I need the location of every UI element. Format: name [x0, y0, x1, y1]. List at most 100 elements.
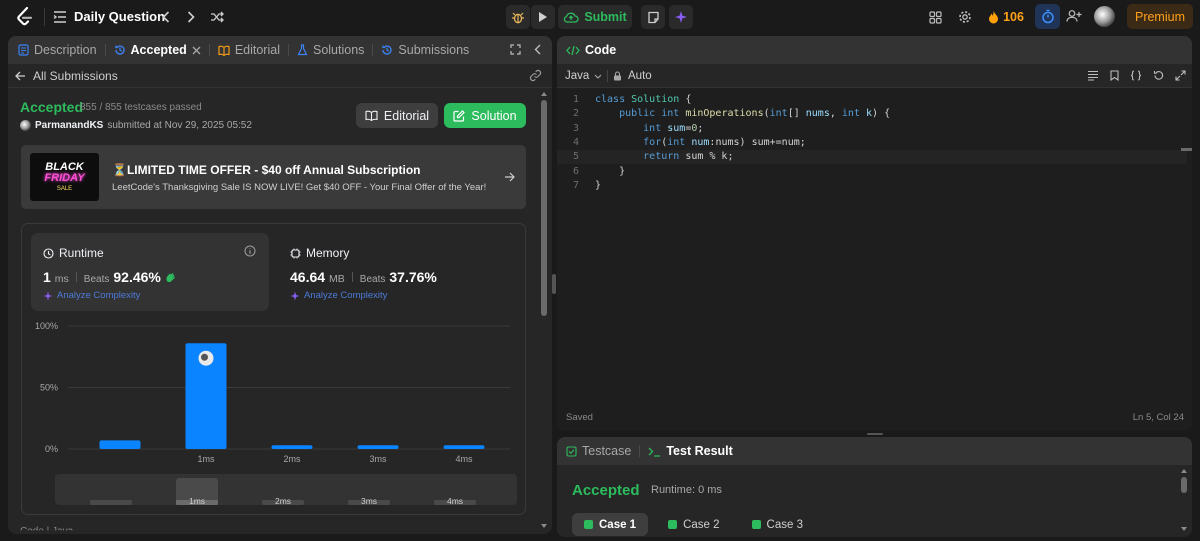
left-panel: Description Accepted Editorial Solutions… — [8, 36, 552, 534]
user-avatar[interactable] — [1094, 6, 1115, 27]
tab-accepted[interactable]: Accepted — [106, 36, 209, 64]
clock-icon — [43, 247, 54, 259]
lock-icon — [614, 71, 621, 81]
bookmark-icon[interactable] — [1110, 70, 1119, 81]
analyze-complexity-memory[interactable]: Analyze Complexity — [290, 290, 387, 301]
note-icon — [647, 11, 659, 23]
book-icon — [365, 110, 378, 121]
reset-icon[interactable] — [1153, 70, 1164, 81]
flask-icon — [297, 44, 308, 56]
tab-code[interactable]: Code — [557, 36, 624, 64]
code-line[interactable]: 7} — [557, 179, 1177, 193]
submit-label: Submit — [584, 10, 627, 24]
code-line[interactable]: 1 class Solution { — [557, 93, 1177, 107]
tab-testcase[interactable]: Testcase — [557, 437, 639, 465]
memory-card[interactable]: Memory 46.64 MB Beats 37.76% Analyze Com… — [278, 233, 516, 311]
clap-icon — [166, 272, 175, 282]
add-friend-icon[interactable] — [1064, 6, 1084, 26]
tab-description[interactable]: Description — [8, 36, 105, 64]
code-editor[interactable]: 1 class Solution {2 public int minOperati… — [557, 93, 1177, 203]
case-tab-3[interactable]: Case 3 — [740, 513, 815, 536]
braces-icon[interactable] — [1130, 70, 1142, 81]
bottom-partial-text: Code | Java — [20, 526, 74, 534]
checkbox-icon — [566, 445, 577, 457]
check-icon — [584, 520, 593, 529]
range-slider[interactable]: 1ms 2ms 3ms 4ms — [55, 474, 517, 505]
runtime-card[interactable]: Runtime 1 ms Beats 92.46% Analyze Comple… — [31, 233, 269, 311]
code-line[interactable]: 4 for(int num:nums) sum+=num; — [557, 136, 1177, 150]
chart-bar — [99, 440, 141, 449]
premium-button[interactable]: Premium — [1127, 4, 1193, 29]
case-tab-2[interactable]: Case 2 — [656, 513, 731, 536]
slider-label: 2ms — [275, 496, 291, 505]
layout-grid-icon[interactable] — [925, 7, 945, 27]
analyze-complexity-runtime[interactable]: Analyze Complexity — [43, 290, 140, 301]
leetcode-logo-icon[interactable] — [14, 6, 36, 28]
notes-button[interactable] — [641, 5, 665, 29]
page-title[interactable]: Daily Question — [74, 9, 165, 24]
y-tick-label: 0% — [45, 444, 58, 454]
next-question-icon[interactable] — [182, 7, 200, 27]
code-line[interactable]: 3 int sum=0; — [557, 122, 1177, 136]
tab-editorial[interactable]: Editorial — [210, 36, 288, 64]
scroll-down-icon[interactable] — [1180, 526, 1188, 532]
vertical-resize-handle[interactable] — [552, 274, 556, 294]
tab-submissions[interactable]: Submissions — [373, 36, 477, 64]
line-number: 5 — [572, 151, 579, 163]
code-line[interactable]: 5 return sum % k; — [557, 150, 1177, 164]
case-tab-1[interactable]: Case 1 — [572, 513, 649, 536]
fullscreen-icon[interactable] — [1175, 70, 1186, 81]
ai-assist-button[interactable] — [669, 5, 693, 29]
language-select[interactable]: Java — [565, 70, 602, 82]
x-tick-label: 2ms — [283, 454, 301, 464]
code-text: for(int num:nums) sum+=num; — [595, 136, 806, 148]
share-link-icon[interactable] — [529, 69, 542, 82]
test-scrollbar-thumb[interactable] — [1181, 477, 1187, 493]
timer-button[interactable] — [1035, 4, 1060, 29]
scroll-up-icon[interactable] — [540, 91, 548, 97]
debug-button[interactable] — [506, 5, 530, 29]
x-tick-label: 4ms — [455, 454, 473, 464]
line-number: 4 — [572, 136, 579, 148]
scroll-down-icon[interactable] — [540, 523, 548, 529]
username[interactable]: ParmanandKS — [35, 120, 103, 131]
submission-meta: ParmanandKS submitted at Nov 29, 2025 05… — [20, 120, 252, 131]
edit-square-icon — [453, 109, 466, 122]
clock-rewind-icon — [382, 45, 393, 55]
tab-test-result[interactable]: Test Result — [640, 437, 740, 465]
editorial-button[interactable]: Editorial — [356, 103, 438, 128]
prev-question-icon[interactable] — [157, 7, 175, 27]
stats-container: Runtime 1 ms Beats 92.46% Analyze Comple… — [21, 223, 526, 515]
format-lines-icon[interactable] — [1087, 70, 1099, 81]
line-number: 3 — [572, 122, 579, 134]
problem-list-icon[interactable] — [52, 8, 68, 26]
scroll-up-icon[interactable] — [1180, 468, 1188, 474]
tab-solutions[interactable]: Solutions — [289, 36, 372, 64]
chip-icon — [290, 248, 301, 258]
code-line[interactable]: 2 public int minOperations(int[] nums, i… — [557, 107, 1177, 121]
horizontal-resize-handle[interactable] — [867, 433, 883, 435]
shuffle-icon[interactable] — [208, 7, 226, 27]
settings-gear-icon[interactable] — [955, 7, 975, 27]
solution-button[interactable]: Solution — [444, 103, 526, 128]
submit-button[interactable]: Submit — [558, 5, 632, 29]
back-to-submissions[interactable]: All Submissions — [15, 69, 118, 83]
close-tab-icon[interactable] — [192, 46, 201, 55]
run-button[interactable] — [531, 5, 555, 29]
code-text: } — [595, 179, 602, 191]
code-line[interactable]: 6 } — [557, 165, 1177, 179]
fire-icon — [989, 11, 999, 24]
info-icon[interactable] — [244, 245, 256, 257]
maximize-icon[interactable] — [510, 44, 521, 55]
promo-banner[interactable]: BLACK FRIDAY SALE ⏳LIMITED TIME OFFER - … — [21, 145, 526, 209]
sparkle-icon — [675, 11, 687, 23]
cloud-upload-icon — [564, 12, 579, 23]
auto-mode-toggle[interactable]: Auto — [613, 70, 652, 82]
collapse-panel-icon[interactable] — [534, 44, 541, 55]
memory-value: 46.64 — [290, 269, 326, 285]
streak-counter[interactable]: 106 — [986, 7, 1026, 27]
runtime-beats: 92.46% — [113, 269, 161, 285]
scrollbar-thumb[interactable] — [541, 100, 547, 316]
divider — [44, 8, 45, 26]
arrow-right-icon[interactable] — [504, 172, 515, 182]
